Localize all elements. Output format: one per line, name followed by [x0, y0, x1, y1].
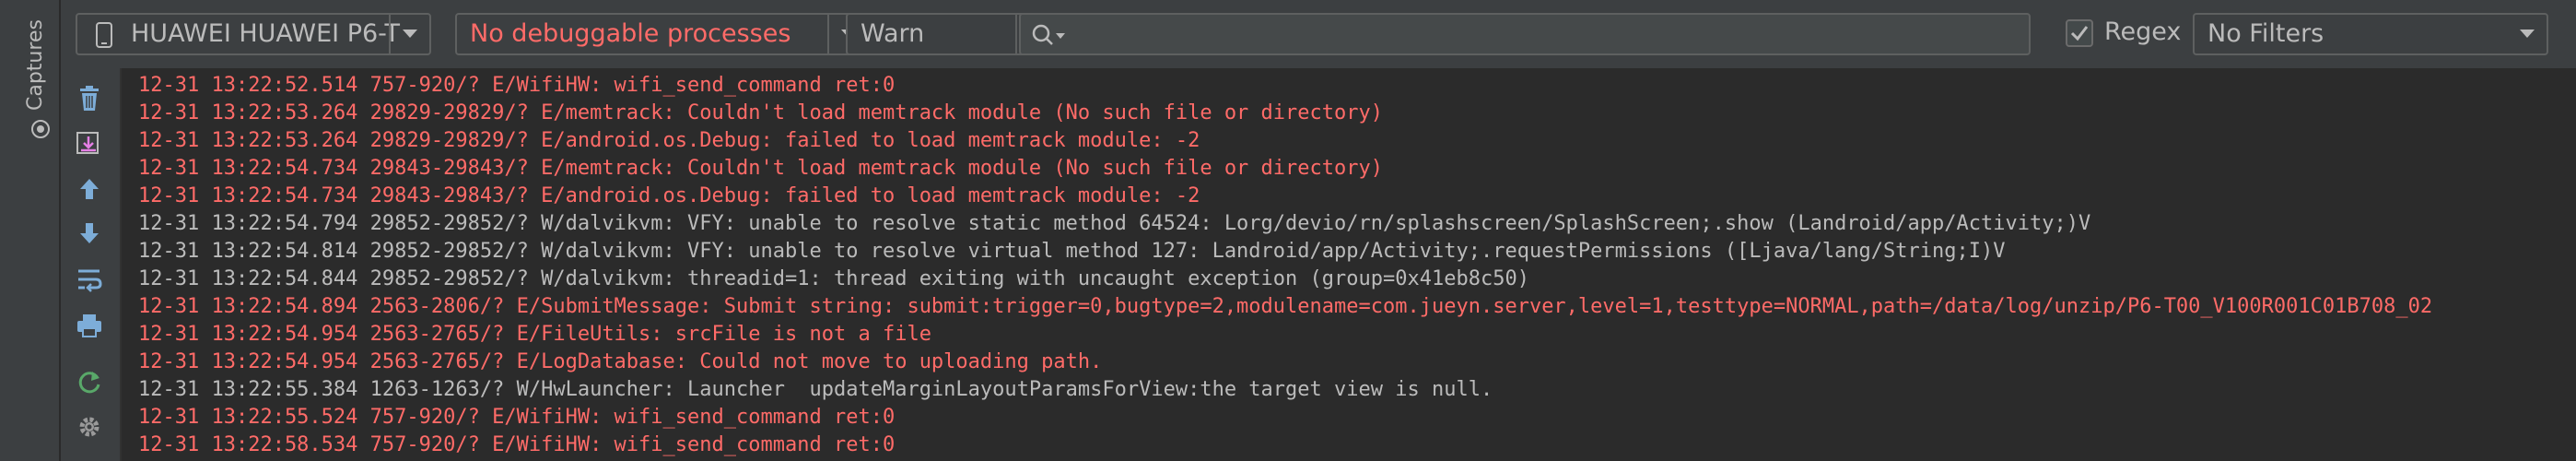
logcat-output[interactable]: 12-31 13:22:52.514 757-920/? E/WifiHW: w…	[122, 68, 2576, 461]
log-line: 12-31 13:22:53.264 29829-29829/? E/andro…	[138, 129, 1200, 152]
captures-label: Captures	[24, 19, 47, 111]
log-line: 12-31 13:22:58.534 757-920/? E/WifiHW: w…	[138, 433, 896, 456]
log-line: 12-31 13:22:54.814 29852-29852/? W/dalvi…	[138, 240, 2006, 263]
regex-checkbox[interactable]	[2066, 19, 2093, 47]
log-line: 12-31 13:22:54.954 2563-2765/? E/LogData…	[138, 350, 1103, 373]
camera-icon	[31, 120, 50, 138]
print-button[interactable]	[74, 310, 105, 341]
log-line: 12-31 13:22:53.264 29829-29829/? E/memtr…	[138, 101, 1384, 124]
logcat-actions-column	[61, 68, 122, 461]
restart-icon	[78, 372, 100, 394]
clear-logcat-button[interactable]	[74, 83, 105, 114]
chevron-down-icon[interactable]	[2508, 15, 2547, 53]
soft-wraps-button[interactable]	[74, 264, 105, 295]
log-line: 12-31 13:22:54.734 29843-29843/? E/andro…	[138, 184, 1200, 207]
settings-icon	[79, 417, 100, 437]
settings-button[interactable]	[74, 411, 105, 443]
log-line: 12-31 13:22:55.384 1263-1263/? W/HwLaunc…	[138, 378, 1493, 401]
down-stack-trace-button[interactable]	[74, 218, 105, 249]
soft-wraps-icon	[78, 269, 102, 292]
log-line: 12-31 13:22:54.894 2563-2806/? E/SubmitM…	[138, 295, 2433, 318]
clear-logcat-icon	[80, 86, 99, 111]
filter-selector[interactable]: No Filters	[2193, 13, 2548, 55]
print-icon	[77, 314, 101, 337]
up-stack-trace-button[interactable]	[74, 173, 105, 205]
captures-tab[interactable]: Captures	[20, 9, 57, 138]
log-line: 12-31 13:22:54.844 29852-29852/? W/dalvi…	[138, 267, 1529, 290]
chevron-down-icon[interactable]	[389, 15, 429, 53]
log-line: 12-31 13:22:54.734 29843-29843/? E/memtr…	[138, 157, 1384, 180]
search-icon[interactable]	[1030, 22, 1071, 48]
regex-label: Regex	[2104, 18, 2182, 46]
checkmark-icon	[2070, 26, 2089, 41]
process-selector[interactable]: No debuggable processes	[455, 13, 870, 55]
scroll-to-end-button[interactable]	[74, 127, 105, 159]
restart-button[interactable]	[74, 367, 105, 398]
filter-selector-label: No Filters	[2207, 19, 2324, 48]
log-line: 12-31 13:22:55.524 757-920/? E/WifiHW: w…	[138, 406, 896, 429]
log-line: 12-31 13:22:52.514 757-920/? E/WifiHW: w…	[138, 74, 896, 97]
search-input[interactable]	[1076, 18, 2020, 52]
log-level-label: Warn	[861, 19, 925, 48]
down-stack-trace-icon	[80, 223, 99, 243]
log-line: 12-31 13:22:54.954 2563-2765/? E/FileUti…	[138, 323, 931, 346]
process-selector-label: No debuggable processes	[470, 19, 791, 48]
phone-icon	[96, 22, 112, 48]
log-line: 12-31 13:22:54.794 29852-29852/? W/dalvi…	[138, 212, 2091, 235]
scroll-to-end-icon	[76, 132, 99, 154]
up-stack-trace-icon	[80, 179, 99, 199]
device-selector-label: HUAWEI HUAWEI P6-T	[131, 19, 400, 48]
captures-tool-strip: Captures	[0, 0, 61, 461]
device-selector[interactable]: HUAWEI HUAWEI P6-T	[76, 13, 431, 55]
logcat-search-field[interactable]	[1019, 13, 2031, 55]
